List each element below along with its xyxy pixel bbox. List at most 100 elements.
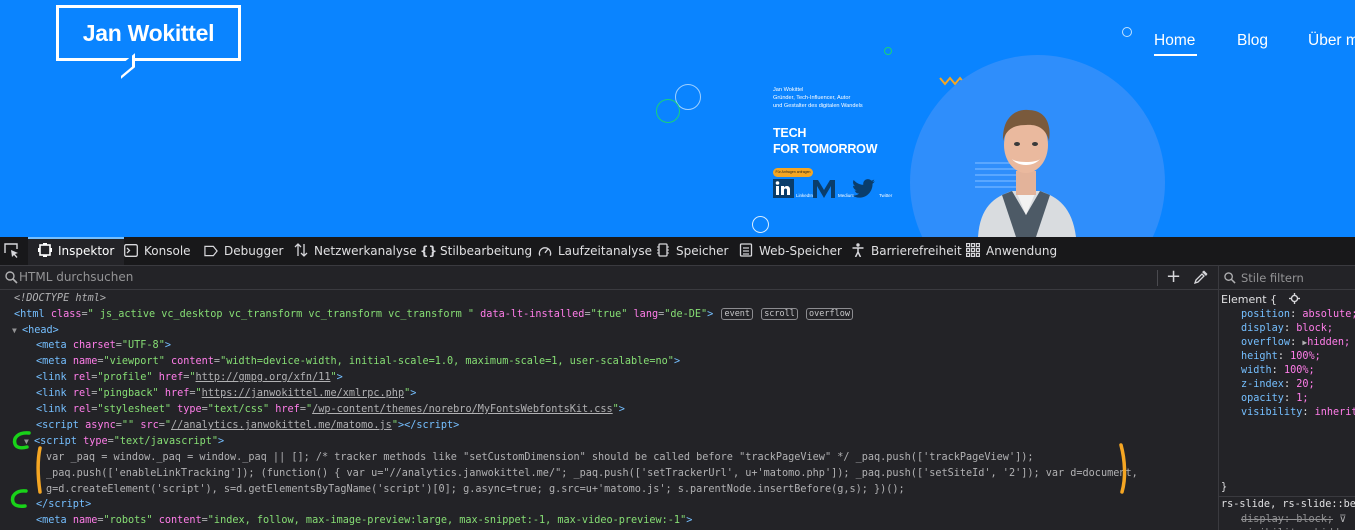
css-property-value[interactable]: 100%; (1284, 365, 1315, 376)
css-property-name: visibility (1241, 407, 1303, 418)
css-colon: : (1277, 351, 1291, 362)
search-icon (5, 271, 18, 284)
css-declaration[interactable]: width: 100%; (1241, 364, 1315, 378)
nav-about-link[interactable]: Über m (1308, 32, 1355, 50)
css-colon: : (1290, 309, 1303, 320)
css-declaration[interactable]: position: absolute; (1241, 308, 1355, 322)
scroll-badge[interactable]: scroll (761, 308, 798, 320)
devtools-toolbar: Inspektor Konsole Debugger Netzwerkanaly… (0, 237, 1355, 266)
css-declaration[interactable]: overflow: ▶hidden; (1241, 336, 1350, 350)
filter-icon[interactable]: ⊽ (1333, 514, 1346, 525)
accessibility-icon (852, 243, 864, 257)
css-declaration[interactable]: height: 100%; (1241, 350, 1321, 364)
css-property-value[interactable]: 1; (1296, 393, 1308, 404)
css-colon: : (1283, 393, 1297, 404)
meta-charset-node[interactable]: <meta charset="UTF-8"> (36, 338, 171, 353)
hero-intro-line: Jan Wokittel (773, 87, 804, 93)
nav-blog-link[interactable]: Blog (1237, 32, 1268, 50)
meta-robots-node[interactable]: <meta name="robots" content="index, foll… (36, 513, 692, 528)
hero-title-line: TECH (773, 126, 807, 140)
link-pingback-node[interactable]: <link rel="pingback" href="https://janwo… (36, 386, 416, 401)
head-node[interactable]: ▼ <head> (12, 323, 59, 338)
tab-application[interactable]: Anwendung (966, 237, 1057, 265)
css-property-value[interactable]: hidden; (1307, 337, 1350, 348)
rule-selector-element[interactable]: Element { (1221, 293, 1301, 307)
css-declaration[interactable]: display: block; ⊽ (1241, 513, 1347, 527)
add-node-plus-icon[interactable]: + (1166, 267, 1181, 287)
css-property-value[interactable]: absolute; (1302, 309, 1355, 320)
hero-cta-button[interactable]: Für Anfragen anfragen (773, 168, 813, 177)
deco-ring (1122, 27, 1132, 37)
rules-pane: Element { position: absolute;display: bl… (1219, 266, 1355, 530)
styles-filter-input[interactable] (1241, 269, 1351, 286)
script-matomo-node[interactable]: <script async="" src="//analytics.janwok… (36, 418, 459, 433)
css-property-value[interactable]: 100%; (1290, 351, 1321, 362)
css-property-value[interactable]: inherit (1315, 407, 1355, 418)
tab-memory[interactable]: Speicher (656, 237, 728, 265)
tab-storage[interactable]: Web-Speicher (739, 237, 842, 265)
gauge-icon (538, 247, 552, 256)
element-picker-icon[interactable] (4, 243, 19, 258)
nav-home-link[interactable]: Home (1154, 32, 1195, 50)
css-property-value[interactable]: block; (1296, 514, 1333, 525)
tab-performance[interactable]: Laufzeitanalyse (538, 237, 652, 265)
css-colon: : (1302, 407, 1315, 418)
css-declaration[interactable]: z-index: 20; (1241, 378, 1315, 392)
html-lt-value: "true" (590, 309, 628, 320)
css-declaration[interactable]: visibility: inherit (1241, 406, 1355, 420)
event-badge[interactable]: event (721, 308, 754, 320)
storage-icon (739, 243, 753, 257)
inspector-icon (38, 243, 52, 257)
rule-selector-rs-slide[interactable]: rs-slide, rs-slide::be (1221, 498, 1355, 512)
gear-icon[interactable] (1289, 293, 1301, 304)
tab-inspector[interactable]: Inspektor (28, 237, 125, 265)
link-stylesheet-node[interactable]: <link rel="stylesheet" type="text/css" h… (36, 402, 625, 417)
css-declaration[interactable]: display: block; (1241, 322, 1333, 336)
overflow-badge[interactable]: overflow (806, 308, 853, 320)
tab-style-editor[interactable]: {} Stilbearbeitung (420, 237, 532, 265)
doctype-node[interactable]: <!DOCTYPE html> (14, 291, 106, 306)
css-colon: : (1283, 323, 1297, 334)
css-property-value[interactable]: block; (1296, 323, 1333, 334)
css-property-name: position (1241, 309, 1291, 320)
link-profile-node[interactable]: <link rel="profile" href="http://gmpg.or… (36, 370, 343, 385)
meta-viewport-node[interactable]: <meta name="viewport" content="width=dev… (36, 354, 680, 369)
tab-debugger[interactable]: Debugger (204, 237, 283, 265)
css-colon: : (1283, 379, 1297, 390)
network-icon (294, 243, 308, 257)
html-search-input[interactable] (19, 268, 1139, 286)
hero-intro-line: Gründer, Tech-Influencer, Autor (773, 95, 851, 101)
eyedropper-icon[interactable] (1194, 270, 1208, 284)
tab-label: Inspektor (58, 244, 115, 258)
link-pingback-href[interactable]: https://janwokittel.me/xmlrpc.php (202, 388, 404, 399)
html-node[interactable]: <html class=" js_active vc_desktop vc_tr… (14, 307, 853, 322)
orange-bracket-annotation (36, 443, 1127, 494)
tab-label: Debugger (224, 244, 284, 258)
css-declaration[interactable]: opacity: 1; (1241, 392, 1309, 406)
website-viewport: Jan Wokittel Home Blog Über m Jan Wokitt… (0, 0, 1355, 237)
html-class-value: " js_active vc_desktop vc_transform vc_t… (87, 309, 475, 320)
link-stylesheet-href[interactable]: /wp-content/themes/norebro/MyFontsWebfon… (312, 404, 613, 415)
expand-triangle-icon[interactable]: ▼ (12, 323, 22, 338)
link-profile-href[interactable]: http://gmpg.org/xfn/11 (196, 372, 331, 383)
tab-accessibility[interactable]: Barrierefreiheit (851, 237, 962, 265)
memory-icon (657, 243, 669, 257)
deco-ring (884, 47, 892, 55)
site-logo[interactable]: Jan Wokittel (56, 5, 241, 61)
linkedin-icon[interactable] (773, 179, 794, 198)
tab-console[interactable]: Konsole (124, 237, 191, 265)
css-property-value[interactable]: 20; (1296, 379, 1314, 390)
script-src-link[interactable]: //analytics.janwokittel.me/matomo.js (171, 420, 392, 431)
tab-network[interactable]: Netzwerkanalyse (294, 237, 417, 265)
divider (1157, 270, 1158, 286)
nav-active-underline (1154, 54, 1197, 56)
social-label: Twitter (879, 193, 893, 198)
twitter-icon[interactable] (852, 179, 875, 198)
rule-close-brace: } (1221, 482, 1228, 493)
medium-icon[interactable] (813, 179, 835, 198)
css-property-name: height (1241, 351, 1278, 362)
css-colon: : (1271, 365, 1284, 376)
css-property-name: display (1241, 514, 1284, 525)
css-colon: : (1290, 337, 1303, 348)
script-close-tag[interactable]: </script> (36, 497, 91, 512)
